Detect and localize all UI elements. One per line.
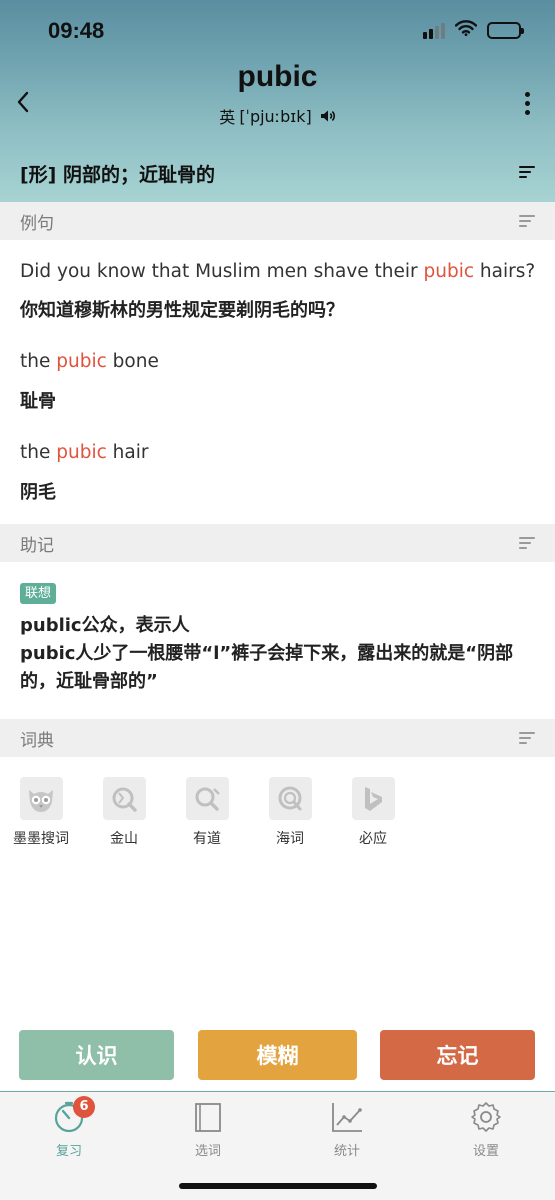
dictionary-momo[interactable]: 墨墨搜词 (1, 777, 81, 848)
example-translation: 耻骨 (20, 391, 56, 412)
owl-icon (19, 777, 63, 820)
dictionary-label: 必应 (359, 831, 387, 847)
word-header: 09:48 pubic 英 [ˈpjuːbɪk] [形] 阴部的；近耻骨的 (0, 0, 555, 202)
example-sentence: Did you know that Muslim men shave their… (20, 261, 536, 282)
example-translation: 你知道穆斯林的男性规定要剃阴毛的吗？ (20, 300, 344, 321)
example-sentence: the pubic bone (20, 351, 159, 372)
kingsoft-icon (102, 777, 146, 820)
dictionary-kingsoft[interactable]: 金山 (84, 777, 164, 848)
tab-select-words[interactable]: 选词 (158, 1100, 258, 1159)
dictionary-dictcn[interactable]: 海词 (250, 777, 330, 848)
speaker-icon[interactable] (320, 109, 336, 123)
word-title: pubic (237, 60, 318, 93)
section-title: 词典 (20, 730, 54, 751)
youdao-icon (185, 777, 229, 820)
phonetic-row: 英 [ˈpjuːbɪk] (0, 104, 555, 128)
tab-label: 选词 (194, 1144, 221, 1159)
battery-icon (487, 21, 524, 39)
highlighted-word: pubic (423, 261, 475, 282)
dictionary-youdao[interactable]: 有道 (167, 777, 247, 848)
tab-label: 统计 (333, 1144, 360, 1159)
tab-review[interactable]: 6 复习 (19, 1096, 119, 1159)
section-title: 助记 (20, 535, 54, 556)
bing-icon (351, 777, 395, 820)
book-icon (195, 1103, 221, 1132)
dictionary-label: 有道 (193, 831, 221, 847)
home-indicator[interactable] (179, 1183, 377, 1189)
know-button[interactable]: 认识 (19, 1030, 174, 1080)
vague-button[interactable]: 模糊 (198, 1030, 357, 1080)
status-time: 09:48 (48, 18, 105, 43)
section-header-mnemonic: 助记 (0, 524, 555, 562)
dictionary-bing[interactable]: 必应 (333, 777, 413, 848)
example-sentence: the pubic hair (20, 442, 149, 463)
tab-settings[interactable]: 设置 (436, 1100, 536, 1159)
dictionaries-menu-icon[interactable] (519, 732, 535, 747)
dictionary-label: 金山 (110, 831, 138, 847)
tab-statistics[interactable]: 统计 (297, 1100, 397, 1159)
association-tag: 联想 (20, 583, 57, 604)
cellular-signal-icon (423, 21, 445, 39)
tab-label: 复习 (55, 1144, 82, 1159)
dictionary-label: 海词 (276, 831, 304, 847)
highlighted-word: pubic (56, 442, 107, 463)
phonetic-text: [ˈpjuːbɪk] (239, 106, 312, 126)
status-icons (423, 20, 524, 40)
mnemonic-line: public公众，表示人 (20, 615, 190, 636)
chart-icon (332, 1103, 362, 1132)
highlighted-word: pubic (56, 351, 107, 372)
definition-text: [形] 阴部的；近耻骨的 (20, 164, 215, 186)
section-header-examples: 例句 (0, 202, 555, 240)
review-count-badge: 6 (73, 1096, 95, 1118)
accent-label: 英 (219, 108, 236, 127)
definition-menu-icon[interactable] (519, 166, 535, 181)
section-header-dictionaries: 词典 (0, 719, 555, 757)
mnemonic-line: pubic人少了一根腰带“l”裤子会掉下来，露出来的就是“阴部的，近耻骨部的” (20, 643, 514, 692)
mnemonic-menu-icon[interactable] (519, 537, 535, 552)
examples-menu-icon[interactable] (519, 215, 535, 230)
example-translation: 阴毛 (20, 482, 56, 503)
forget-button[interactable]: 忘记 (380, 1030, 535, 1080)
dictionary-label: 墨墨搜词 (13, 831, 69, 847)
tab-label: 设置 (472, 1144, 499, 1159)
section-title: 例句 (20, 213, 54, 234)
gear-icon (471, 1102, 501, 1132)
wifi-icon (454, 20, 478, 40)
dict-cn-icon (268, 777, 312, 820)
dictionary-list: 墨墨搜词 金山 有道 海词 必应 (0, 777, 555, 847)
